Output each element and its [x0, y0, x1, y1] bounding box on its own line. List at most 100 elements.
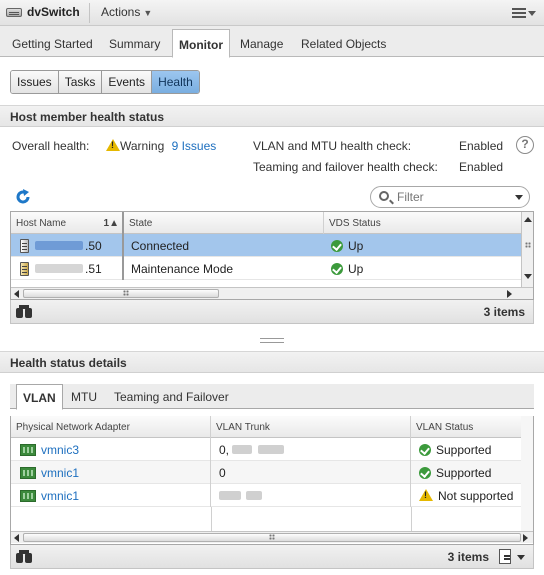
redacted-value: [232, 445, 253, 454]
column-header-vds-status[interactable]: VDS Status: [324, 212, 521, 234]
host-health-section-header: Host member health status: [0, 105, 544, 127]
host-name-cell: .50: [15, 234, 124, 257]
tab-related-objects[interactable]: Related Objects: [295, 31, 392, 57]
tab-vlan[interactable]: VLAN: [16, 384, 63, 410]
scroll-left-arrow[interactable]: [14, 290, 19, 298]
overall-health-status: Warning: [120, 139, 165, 153]
table-row[interactable]: .50 Connected Up: [11, 234, 521, 257]
actions-menu-button[interactable]: Actions ▼: [101, 5, 152, 19]
details-tab-bar: VLAN MTU Teaming and Failover: [10, 384, 534, 410]
host-health-grid: Host Name 1▲ State VDS Status .50 Connec…: [10, 211, 534, 300]
teaming-check-label: Teaming and failover health check:: [253, 160, 438, 174]
export-icon[interactable]: [499, 549, 511, 564]
adapter-cell: vmnic1: [15, 461, 211, 484]
adapter-cell: vmnic1: [15, 484, 211, 507]
details-item-count: 3 items: [447, 550, 489, 564]
actions-label: Actions: [101, 5, 141, 19]
column-header-physical-adapter[interactable]: Physical Network Adapter: [11, 416, 211, 438]
sort-ascending-icon: 1▲: [103, 218, 119, 229]
vertical-scrollbar[interactable]: [521, 212, 533, 287]
grid-header: Physical Network Adapter VLAN Trunk VLAN…: [11, 416, 521, 438]
table-row[interactable]: vmnic1 0 Supported: [11, 461, 521, 484]
column-header-vlan-trunk[interactable]: VLAN Trunk: [211, 416, 411, 438]
status-up-icon: [331, 240, 343, 252]
vds-status-cell: Up: [326, 234, 363, 257]
details-grid-footer: 3 items: [10, 545, 534, 569]
vlan-mtu-check-label: VLAN and MTU health check:: [253, 139, 412, 153]
vlan-status-cell: Supported: [414, 438, 491, 461]
scroll-thumb[interactable]: [23, 289, 219, 298]
subtab-tasks[interactable]: Tasks: [58, 71, 103, 93]
state-cell: Connected: [131, 239, 190, 253]
vlan-health-grid: Physical Network Adapter VLAN Trunk VLAN…: [10, 416, 534, 545]
tab-manage[interactable]: Manage: [234, 31, 289, 57]
network-adapter-icon: [20, 444, 36, 456]
overall-health-label: Overall health:: [12, 139, 90, 153]
tab-getting-started[interactable]: Getting Started: [6, 31, 99, 57]
vds-status-cell: Up: [326, 257, 363, 280]
subtab-health[interactable]: Health: [152, 71, 199, 93]
binoculars-icon[interactable]: [16, 550, 32, 563]
scroll-grip: [269, 534, 275, 540]
filter-input[interactable]: [397, 189, 507, 205]
panel-menu-button[interactable]: [512, 5, 536, 21]
horizontal-scrollbar[interactable]: [11, 531, 533, 543]
subtab-events[interactable]: Events: [102, 71, 153, 93]
horizontal-scrollbar[interactable]: [11, 287, 533, 299]
state-cell: Maintenance Mode: [131, 262, 234, 276]
supported-icon: [419, 467, 431, 479]
scroll-right-arrow[interactable]: [523, 534, 528, 542]
chevron-down-icon[interactable]: [517, 555, 525, 560]
column-header-vlan-status[interactable]: VLAN Status: [411, 416, 521, 438]
host-item-count: 3 items: [483, 305, 525, 319]
pane-splitter-handle[interactable]: [260, 338, 284, 343]
chevron-down-icon[interactable]: [515, 195, 523, 200]
issues-link[interactable]: 9 Issues: [172, 139, 217, 153]
search-icon: [379, 191, 389, 201]
tab-monitor[interactable]: Monitor: [172, 29, 230, 58]
tab-mtu[interactable]: MTU: [65, 386, 103, 409]
menu-icon: [512, 8, 526, 10]
chevron-down-icon: ▼: [143, 8, 153, 18]
vlan-status-cell: Supported: [414, 461, 491, 484]
grid-header: Host Name 1▲ State VDS Status: [11, 212, 521, 234]
scroll-down-arrow[interactable]: [524, 274, 532, 279]
tab-teaming-and-failover[interactable]: Teaming and Failover: [108, 386, 235, 409]
overall-health-value: Warning 9 Issues: [106, 139, 216, 153]
redacted-host-prefix: [35, 241, 83, 250]
scroll-right-arrow[interactable]: [507, 290, 512, 298]
host-name-cell: .51: [15, 257, 124, 280]
vertical-scrollbar: [521, 416, 533, 531]
binoculars-icon[interactable]: [16, 305, 32, 318]
network-adapter-icon: [20, 490, 36, 502]
redacted-host-prefix: [35, 264, 83, 273]
table-row[interactable]: .51 Maintenance Mode Up: [11, 257, 521, 280]
tab-summary[interactable]: Summary: [103, 31, 166, 57]
warning-icon: [106, 139, 120, 151]
column-header-host-name[interactable]: Host Name 1▲: [11, 212, 124, 234]
filter-field[interactable]: [370, 186, 530, 208]
table-row[interactable]: vmnic3 0, Supported: [11, 438, 521, 461]
vlan-mtu-check-value: Enabled: [459, 139, 504, 153]
redacted-value: [219, 491, 241, 500]
supported-icon: [419, 444, 431, 456]
monitor-subtab-group: Issues Tasks Events Health: [10, 70, 200, 94]
status-up-icon: [331, 263, 343, 275]
teaming-check-value: Enabled: [459, 160, 504, 174]
scroll-grip[interactable]: [525, 242, 531, 248]
scroll-up-arrow[interactable]: [524, 217, 532, 222]
help-icon[interactable]: ?: [516, 136, 534, 154]
column-header-state[interactable]: State: [124, 212, 324, 234]
refresh-icon[interactable]: [14, 188, 32, 206]
network-adapter-icon: [20, 467, 36, 479]
host-maintenance-icon: [20, 262, 29, 276]
distributed-switch-icon: [6, 8, 22, 17]
subtab-issues[interactable]: Issues: [11, 71, 59, 93]
vlan-trunk-cell: 0,: [214, 438, 411, 461]
title-separator: [89, 3, 90, 23]
vlan-trunk-cell: [214, 484, 411, 507]
table-row[interactable]: vmnic1 Not supported: [11, 484, 521, 507]
redacted-value: [257, 445, 284, 454]
scroll-left-arrow[interactable]: [14, 534, 19, 542]
warning-icon: [419, 489, 433, 501]
